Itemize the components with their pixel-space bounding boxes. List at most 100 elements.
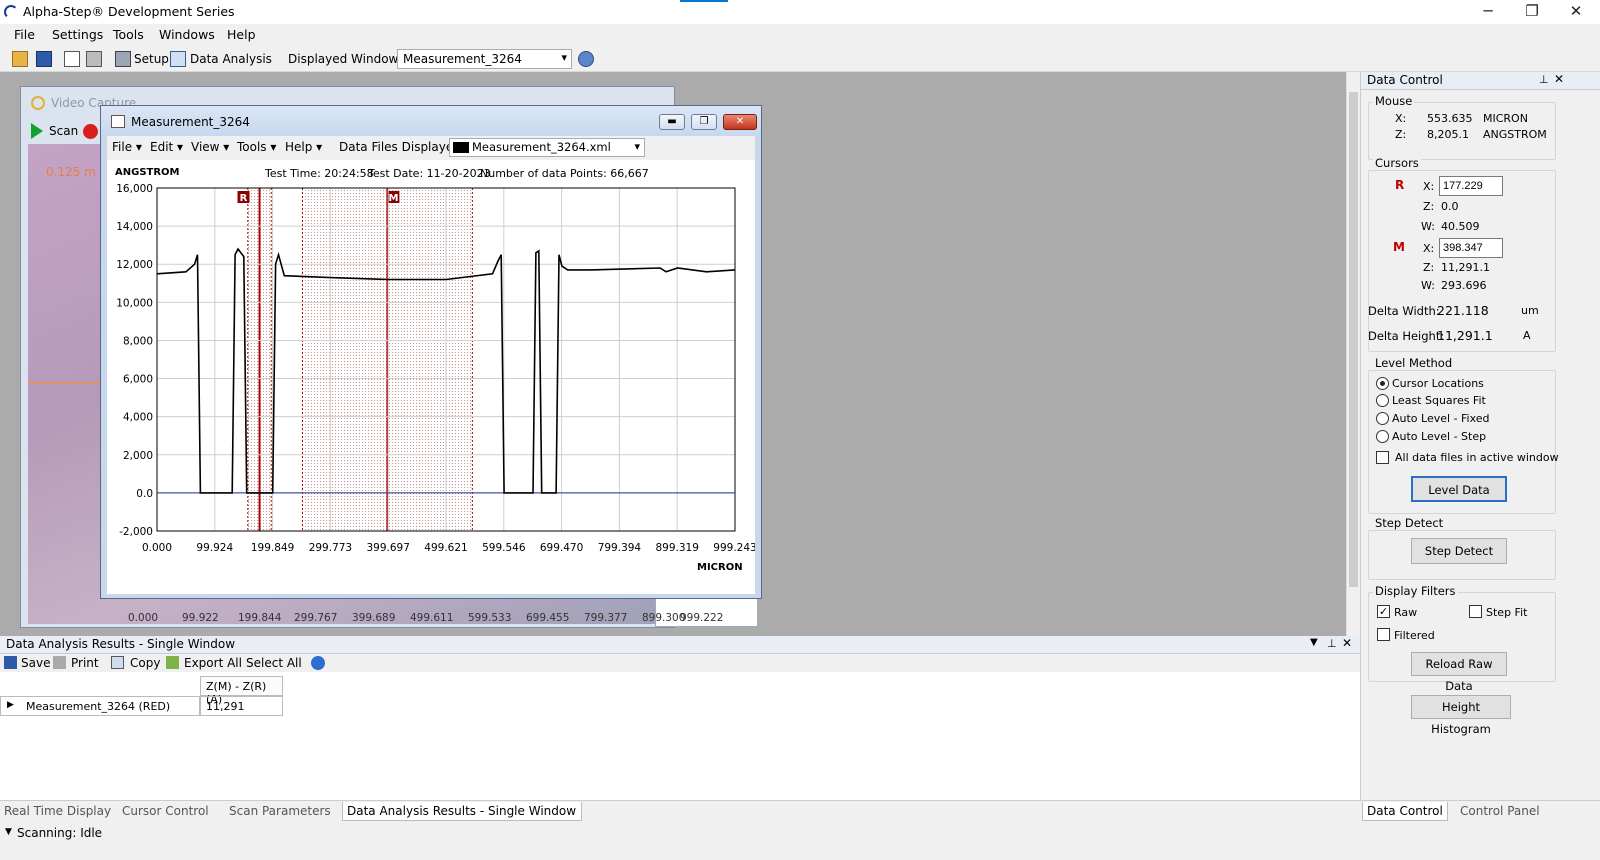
maximize-button[interactable]: ❐ xyxy=(1509,0,1555,24)
app-logo-icon xyxy=(4,5,18,19)
close-button[interactable]: ✕ xyxy=(1553,0,1599,24)
column-header[interactable]: Z(M) - Z(R) (A) xyxy=(200,676,283,706)
m-x-field[interactable] xyxy=(1439,238,1503,258)
close-icon[interactable]: ✕ xyxy=(1342,636,1352,650)
tab-data-control[interactable]: Data Control xyxy=(1362,802,1448,821)
measurement-window[interactable]: Measurement_3264 ▬ ❐ ✕ File ▾ Edit ▾ Vie… xyxy=(100,105,762,599)
results-title: Data Analysis Results - Single Window xyxy=(6,637,236,651)
export-icon[interactable] xyxy=(166,656,179,669)
radio-least-squares[interactable] xyxy=(1376,394,1389,407)
x-tick: 199.844 xyxy=(238,612,282,624)
mouse-x-label: X: xyxy=(1395,112,1407,125)
copy-button[interactable]: Copy xyxy=(130,656,160,670)
table-row[interactable]: ▶ Measurement_3264 (RED) xyxy=(0,696,200,716)
open-folder-icon[interactable] xyxy=(12,51,28,67)
tab-real-time-display[interactable]: Real Time Display xyxy=(4,804,111,818)
menu-settings[interactable]: Settings xyxy=(52,27,103,42)
scroll-thumb[interactable] xyxy=(1349,92,1358,587)
print-icon[interactable] xyxy=(86,51,102,67)
print-button[interactable]: Print xyxy=(71,656,99,670)
y-tick-label: 14,000 xyxy=(116,221,153,233)
data-control-header: Data Control ⊥ ✕ xyxy=(1361,72,1600,90)
filtered-checkbox[interactable] xyxy=(1377,628,1390,641)
data-analysis-icon[interactable] xyxy=(170,51,186,67)
menu-edit[interactable]: Edit ▾ xyxy=(150,140,183,154)
reload-raw-data-button[interactable]: Reload Raw Data xyxy=(1411,652,1507,693)
y-tick-label: -2,000 xyxy=(119,526,153,538)
x-tick-label: 799.394 xyxy=(598,542,642,554)
play-icon[interactable] xyxy=(31,123,43,139)
mouse-z-value: 8,205.1 xyxy=(1427,128,1469,141)
tab-control-panel[interactable]: Control Panel xyxy=(1460,804,1540,818)
level-data-button[interactable]: Level Data xyxy=(1411,476,1507,502)
stop-icon[interactable] xyxy=(83,124,98,139)
window-tile-icon[interactable] xyxy=(578,51,594,67)
data-file-value: Measurement_3264.xml xyxy=(472,140,611,154)
step-fit-checkbox[interactable] xyxy=(1469,605,1482,618)
all-files-label: All data files in active window xyxy=(1395,451,1559,464)
chevron-down-icon[interactable]: ▼ xyxy=(1310,637,1318,648)
export-all-button[interactable]: Export All xyxy=(184,656,242,670)
minimize-button[interactable]: ─ xyxy=(1465,0,1511,24)
displayed-windows-value: Measurement_3264 xyxy=(403,52,522,66)
child-close-button[interactable]: ✕ xyxy=(723,114,757,130)
menu-windows[interactable]: Windows xyxy=(159,27,215,42)
step-detect-button[interactable]: Step Detect xyxy=(1411,538,1507,564)
close-icon[interactable]: ✕ xyxy=(1554,72,1564,86)
save-icon[interactable] xyxy=(36,51,52,67)
menu-help[interactable]: Help ▾ xyxy=(285,140,322,154)
setup-icon[interactable] xyxy=(115,51,131,67)
workspace-scrollbar[interactable] xyxy=(1346,72,1360,636)
secondary-x-axis: 0.000 99.922 199.844 299.767 399.689 499… xyxy=(128,612,758,626)
data-control-panel: Data Control ⊥ ✕ Mouse X: 553.635 MICRON… xyxy=(1360,72,1600,800)
results-toolbar: Save Print Copy Export All Select All xyxy=(0,654,1360,672)
help-icon[interactable] xyxy=(311,656,325,670)
menu-help[interactable]: Help xyxy=(227,27,256,42)
main-toolbar: Setup Data Analysis Displayed Windows: M… xyxy=(0,46,1600,72)
radio-cursor-locations[interactable] xyxy=(1376,377,1389,390)
menu-file[interactable]: File xyxy=(14,27,35,42)
m-w-label: W: xyxy=(1421,279,1435,292)
radio-auto-level-step[interactable] xyxy=(1376,430,1389,443)
tab-cursor-control[interactable]: Cursor Control xyxy=(122,804,209,818)
print-icon[interactable] xyxy=(53,656,66,669)
select-all-button[interactable]: Select All xyxy=(246,656,302,670)
setup-button[interactable]: Setup xyxy=(134,52,169,66)
menu-tools[interactable]: Tools ▾ xyxy=(237,140,276,154)
height-histogram-button[interactable]: Height Histogram xyxy=(1411,695,1511,736)
app-title: Alpha-Step® Development Series xyxy=(23,4,235,19)
row-expand-icon[interactable]: ▶ xyxy=(7,700,14,710)
save-icon[interactable] xyxy=(4,656,17,669)
row-label: Measurement_3264 (RED) xyxy=(26,700,171,713)
profile-chart[interactable]: R M 16,000 14,000 12,000 10,000 8,000 6,000 4,00… xyxy=(107,160,755,594)
tab-data-analysis-results[interactable]: Data Analysis Results - Single Window xyxy=(342,802,583,821)
status-arrow-icon: ▼ xyxy=(5,827,12,837)
menu-tools[interactable]: Tools xyxy=(113,27,144,42)
pin-icon[interactable]: ⊥ xyxy=(1539,73,1549,86)
x-tick-label: 0.000 xyxy=(142,542,172,554)
all-files-checkbox[interactable] xyxy=(1376,451,1389,464)
copy-icon[interactable] xyxy=(111,656,124,669)
menu-file[interactable]: File ▾ xyxy=(112,140,142,154)
status-text: Scanning: Idle xyxy=(17,826,103,840)
save-button[interactable]: Save xyxy=(21,656,50,670)
radio-auto-level-fixed[interactable] xyxy=(1376,412,1389,425)
scan-button[interactable]: Scan xyxy=(49,124,78,138)
tab-scan-parameters[interactable]: Scan Parameters xyxy=(229,804,331,818)
menu-view[interactable]: View ▾ xyxy=(191,140,229,154)
displayed-windows-select[interactable]: Measurement_3264 ▾ xyxy=(397,49,572,69)
child-restore-button[interactable]: ❐ xyxy=(691,114,717,130)
print-preview-icon[interactable] xyxy=(64,51,80,67)
child-minimize-button[interactable]: ▬ xyxy=(659,114,685,130)
pin-icon[interactable]: ⊥ xyxy=(1327,637,1337,650)
measurement-title-bar[interactable]: Measurement_3264 ▬ ❐ ✕ xyxy=(101,106,761,136)
data-files-select[interactable]: Measurement_3264.xml ▾ xyxy=(449,138,645,157)
crosshair-line xyxy=(28,382,108,383)
x-tick-label: 299.773 xyxy=(309,542,352,554)
r-w-label: W: xyxy=(1421,220,1435,233)
r-x-field[interactable] xyxy=(1439,176,1503,196)
row-value-cell[interactable]: 11,291 xyxy=(200,696,283,716)
results-grid-area: Z(M) - Z(R) (A) ▶ Measurement_3264 (RED)… xyxy=(0,672,1360,800)
raw-checkbox[interactable]: ✓ xyxy=(1377,605,1390,618)
data-analysis-button[interactable]: Data Analysis xyxy=(190,52,272,66)
